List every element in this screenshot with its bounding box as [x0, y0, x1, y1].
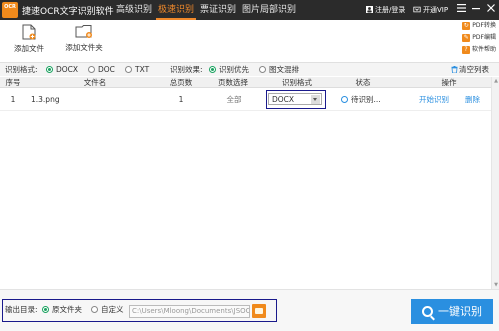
- login-button[interactable]: 注册/登录: [366, 0, 405, 20]
- format-option-txt[interactable]: TXT: [125, 63, 149, 76]
- tab-ticket-recognition[interactable]: 票证识别: [198, 0, 238, 20]
- vip-icon: [413, 6, 421, 13]
- column-header-format: 识别格式: [282, 78, 312, 87]
- pdf-edit-label: PDF编辑: [472, 34, 496, 41]
- column-header-filename: 文件名: [83, 78, 107, 87]
- radio-selected-icon: [209, 66, 216, 73]
- effect-option-recognition-first[interactable]: 识别优先: [209, 63, 249, 76]
- format-highlight-frame: [266, 90, 326, 109]
- help-icon: ?: [461, 45, 470, 54]
- row-page-select[interactable]: 全部: [222, 89, 246, 111]
- output-option-custom[interactable]: 自定义: [91, 300, 124, 320]
- radio-selected-icon: [46, 66, 53, 73]
- pdf-edit-button[interactable]: ✎ PDF编辑: [462, 33, 496, 43]
- browse-folder-icon[interactable]: [252, 304, 266, 318]
- add-folder-label: 添加文件夹: [65, 43, 103, 52]
- clock-icon: [341, 96, 348, 103]
- column-header-pages: 总页数: [169, 78, 193, 87]
- output-option-source-folder[interactable]: 原文件夹: [42, 300, 82, 320]
- format-label: 识别格式:: [5, 65, 38, 74]
- table-row: 1 1.3.png 1 全部 DOCX 待识别... 开始识别 删除: [0, 89, 499, 111]
- one-click-recognize-button[interactable]: 一键识别: [411, 299, 493, 324]
- scroll-down-icon[interactable]: ▼: [493, 282, 499, 288]
- vip-label: 开通VIP: [423, 6, 449, 14]
- tab-partial-image-recognition[interactable]: 图片局部识别: [242, 0, 296, 20]
- pdf-convert-button[interactable]: ↻ PDF转换: [462, 21, 496, 31]
- clear-list-button[interactable]: 清空列表: [451, 63, 489, 76]
- column-header-status: 状态: [355, 78, 371, 87]
- add-folder-icon: [75, 25, 92, 38]
- radio-icon: [259, 66, 266, 73]
- pdf-convert-label: PDF转换: [472, 22, 496, 29]
- radio-icon: [88, 66, 95, 73]
- toolbar: 添加文件 添加文件夹 ↻ PDF转换 ✎ PDF编辑 ? 软件帮助: [0, 20, 499, 60]
- menu-icon: [456, 4, 466, 12]
- help-button[interactable]: ? 软件帮助: [461, 45, 496, 55]
- vertical-scrollbar[interactable]: ▲ ▼: [491, 77, 499, 289]
- add-file-label: 添加文件: [14, 44, 44, 53]
- one-click-recognize-label: 一键识别: [438, 305, 482, 318]
- output-path-field[interactable]: C:\Users\Mloong\Documents\JSOC: [129, 305, 250, 318]
- start-recognition-link[interactable]: 开始识别: [419, 89, 449, 111]
- add-file-button[interactable]: 添加文件: [12, 24, 46, 54]
- tab-fast-recognition[interactable]: 极速识别: [156, 0, 196, 20]
- radio-icon: [91, 306, 98, 313]
- user-icon: [366, 6, 373, 13]
- close-button[interactable]: [485, 4, 497, 16]
- row-status: 待识别...: [341, 89, 381, 111]
- help-label: 软件帮助: [471, 46, 496, 53]
- row-filename: 1.3.png: [31, 95, 60, 104]
- column-header-actions: 操作: [441, 78, 457, 87]
- effect-option-mixed-layout[interactable]: 图文混排: [259, 63, 299, 76]
- pdf-convert-icon: ↻: [462, 21, 471, 30]
- minimize-button[interactable]: [470, 4, 482, 16]
- title-bar: OCR 捷速OCR文字识别软件 高级识别 极速识别 票证识别 图片局部识别 注册…: [0, 0, 499, 20]
- app-logo: OCR: [2, 2, 18, 18]
- table-header: 序号 文件名 总页数 页数选择 识别格式 状态 操作: [0, 77, 499, 88]
- delete-link[interactable]: 删除: [465, 89, 480, 111]
- row-index: 1: [10, 95, 16, 104]
- row-status-text: 待识别...: [351, 95, 381, 104]
- minimize-icon: [472, 8, 480, 10]
- pdf-edit-icon: ✎: [462, 33, 471, 42]
- effect-label: 识别效果:: [170, 65, 203, 74]
- row-pages: 1: [178, 95, 184, 104]
- tab-advanced-recognition[interactable]: 高级识别: [113, 0, 155, 20]
- format-option-doc[interactable]: DOC: [88, 63, 115, 76]
- column-header-page-select: 页数选择: [218, 78, 248, 87]
- radio-selected-icon: [42, 306, 49, 313]
- add-folder-button[interactable]: 添加文件夹: [64, 24, 104, 53]
- scroll-up-icon[interactable]: ▲: [493, 78, 499, 84]
- output-directory-label: 输出目录:: [5, 305, 38, 314]
- login-label: 注册/登录: [375, 6, 406, 14]
- search-icon: [422, 306, 433, 317]
- options-bar: 识别格式: DOCX DOC TXT 识别效果: 识别优先 图文混排 清空列表: [0, 62, 499, 76]
- add-file-icon: [22, 24, 36, 40]
- radio-icon: [125, 66, 132, 73]
- menu-button[interactable]: [455, 4, 467, 16]
- trash-icon: [451, 65, 458, 74]
- vip-button[interactable]: 开通VIP: [413, 0, 448, 20]
- app-title: 捷速OCR文字识别软件: [22, 7, 114, 17]
- bottom-bar: 输出目录: 原文件夹 自定义 C:\Users\Mloong\Documents…: [0, 289, 499, 331]
- column-header-index: 序号: [5, 78, 21, 87]
- close-icon: [487, 4, 495, 12]
- format-option-docx[interactable]: DOCX: [46, 63, 78, 76]
